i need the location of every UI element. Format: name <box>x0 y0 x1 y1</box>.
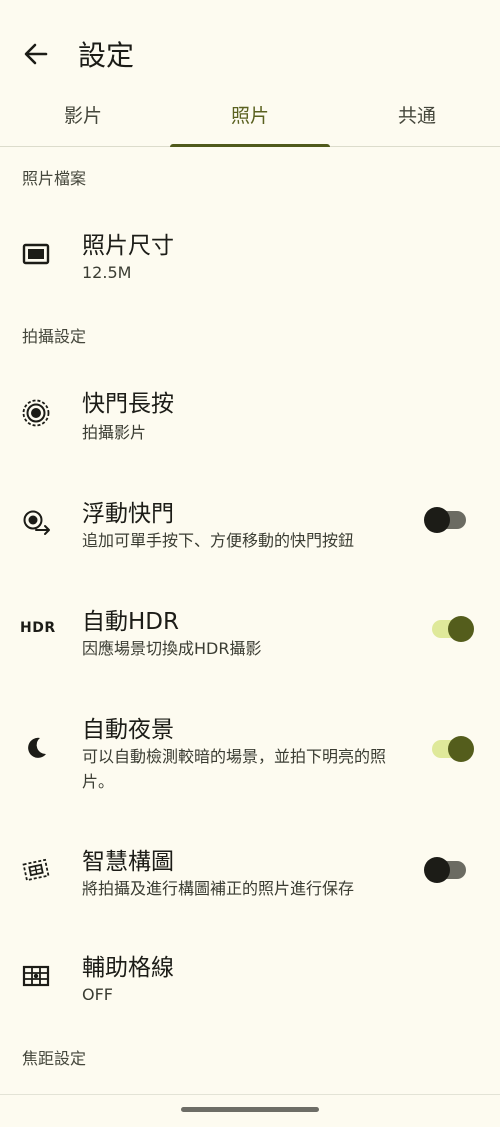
toggle-thumb <box>424 857 450 883</box>
floating-shutter-icon <box>20 506 52 538</box>
tab-video[interactable]: 影片 <box>0 90 166 146</box>
system-nav-bar <box>0 1094 500 1127</box>
section-title-shooting: 拍攝設定 <box>22 327 87 346</box>
moon-icon <box>20 732 52 764</box>
grid-lines-value: OFF <box>82 985 113 1004</box>
tab-bar: 影片 照片 共通 <box>0 90 500 147</box>
grid-lines-label: 輔助格線 <box>82 955 174 981</box>
smart-composition-toggle[interactable] <box>424 855 468 885</box>
auto-night-label: 自動夜景 <box>82 717 174 743</box>
page-title: 設定 <box>78 39 135 72</box>
auto-hdr-toggle[interactable] <box>424 614 474 644</box>
setting-photo-size[interactable]: 照片尺寸 12.5M <box>0 200 500 300</box>
shutter-long-press-value: 拍攝影片 <box>82 423 147 442</box>
floating-shutter-label: 浮動快門 <box>82 501 174 527</box>
auto-night-toggle[interactable] <box>424 734 474 764</box>
setting-auto-night[interactable]: 自動夜景 可以自動檢測較暗的場景，並拍下明亮的照片。 <box>0 690 500 810</box>
smart-composition-label: 智慧構圖 <box>82 849 174 875</box>
photo-size-label: 照片尺寸 <box>82 233 174 259</box>
setting-shutter-long-press[interactable]: 快門長按 拍攝影片 <box>0 358 500 458</box>
section-title-photo-file: 照片檔案 <box>22 169 87 188</box>
auto-night-value: 可以自動檢測較暗的場景，並拍下明亮的照片。 <box>82 747 387 791</box>
smart-composition-value: 將拍攝及進行構圖補正的照片進行保存 <box>82 879 355 898</box>
shutter-long-press-label: 快門長按 <box>82 391 174 417</box>
auto-hdr-label: 自動HDR <box>82 609 179 635</box>
section-title-focus: 焦距設定 <box>22 1049 87 1068</box>
setting-smart-composition[interactable]: 智慧構圖 將拍攝及進行構圖補正的照片進行保存 <box>0 820 500 920</box>
floating-shutter-value: 追加可單手按下、方便移動的快門按鈕 <box>82 531 355 550</box>
toggle-thumb <box>448 736 474 762</box>
floating-shutter-toggle[interactable] <box>424 505 468 535</box>
setting-auto-hdr[interactable]: HDR 自動HDR 因應場景切換成HDR攝影 <box>0 580 500 680</box>
grid-icon <box>20 960 52 992</box>
photo-size-value: 12.5M <box>82 263 132 282</box>
photo-size-icon <box>20 238 52 270</box>
tab-common[interactable]: 共通 <box>334 90 500 146</box>
tab-active-indicator <box>170 144 330 147</box>
toggle-thumb <box>424 507 450 533</box>
hdr-icon: HDR <box>20 620 56 636</box>
auto-hdr-value: 因應場景切換成HDR攝影 <box>82 639 262 658</box>
tab-photo[interactable]: 照片 <box>167 90 333 146</box>
setting-grid-lines[interactable]: 輔助格線 OFF <box>0 930 500 1026</box>
setting-floating-shutter[interactable]: 浮動快門 追加可單手按下、方便移動的快門按鈕 <box>0 470 500 570</box>
toggle-thumb <box>448 616 474 642</box>
shutter-icon <box>20 397 52 429</box>
back-arrow-icon[interactable] <box>20 38 52 70</box>
composition-icon <box>20 854 52 886</box>
gesture-handle[interactable] <box>181 1107 319 1112</box>
